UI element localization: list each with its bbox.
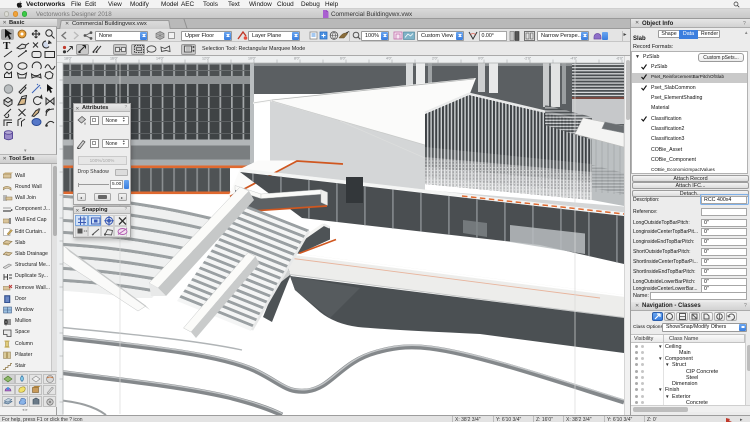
svg-text:-2'0": -2'0": [524, 57, 532, 61]
svg-text:12'0": 12'0": [202, 57, 211, 61]
svg-text:10'0": 10'0": [248, 57, 257, 61]
svg-text:-4'0": -4'0": [570, 57, 578, 61]
svg-text:-6'0": -6'0": [616, 57, 624, 61]
svg-text:T: T: [3, 40, 11, 52]
svg-text:14'0": 14'0": [156, 57, 165, 61]
svg-text:2'0": 2'0": [432, 57, 439, 61]
svg-text:4'0": 4'0": [386, 57, 393, 61]
svg-text:18'0": 18'0": [64, 57, 73, 61]
svg-text:16'0": 16'0": [110, 57, 119, 61]
svg-text:0'0": 0'0": [478, 57, 485, 61]
svg-text:8'0": 8'0": [294, 57, 301, 61]
svg-text:6'0": 6'0": [340, 57, 347, 61]
